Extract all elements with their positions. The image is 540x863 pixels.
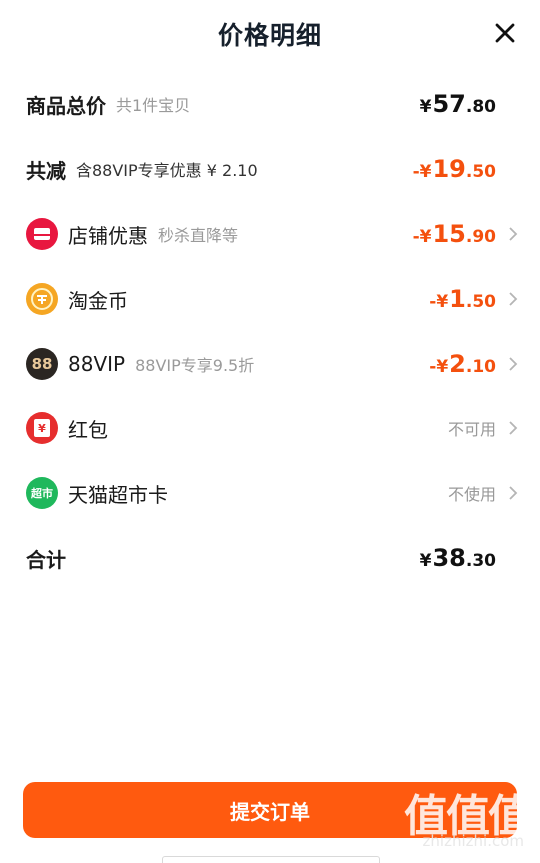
store-discount-amount: -¥ 15.90 [412, 220, 496, 248]
vip-discount-note: 含88VIP专享优惠 ¥ 2.10 [76, 161, 258, 180]
total-amount: ¥38.30 [419, 544, 496, 572]
chevron-right-icon [502, 226, 518, 242]
taojinbi-row[interactable]: 淘金币 -¥ 1.50 [26, 279, 518, 319]
store-discount-label: 店铺优惠 [68, 223, 148, 248]
88vip-label: 88VIP [68, 352, 126, 376]
close-button[interactable] [490, 18, 520, 48]
reduction-amount: -¥ 19.50 [412, 155, 496, 183]
chevron-right-icon [502, 291, 518, 307]
88vip-icon: 88 [26, 348, 58, 380]
item-count: 共1件宝贝 [116, 96, 191, 115]
88vip-amount: -¥ 2.10 [429, 350, 496, 378]
submit-order-button[interactable]: 提交订单 [23, 782, 517, 838]
tmall-card-label: 天猫超市卡 [68, 482, 168, 507]
page-title: 价格明细 [217, 21, 322, 50]
chevron-right-icon [502, 420, 518, 436]
tmall-supermarket-card-icon: 超市 [26, 477, 58, 509]
reduction-row: 共减 含88VIP专享优惠 ¥ 2.10 -¥ 19.50 [26, 149, 518, 189]
reduction-label: 共减 [26, 158, 66, 183]
subtotal-row: 商品总价 共1件宝贝 ¥57.80 [26, 84, 518, 124]
taojinbi-coin-icon [26, 283, 58, 315]
store-icon [26, 218, 58, 250]
subtotal-label: 商品总价 [26, 93, 106, 118]
close-icon [495, 23, 515, 43]
red-packet-status: 不可用 [447, 420, 496, 439]
88vip-row[interactable]: 88 88VIP 88VIP专享9.5折 -¥ 2.10 [26, 344, 518, 384]
chevron-right-icon [502, 356, 518, 372]
red-packet-icon: ¥ [26, 412, 58, 444]
taojinbi-amount: -¥ 1.50 [429, 285, 496, 313]
tmall-card-row[interactable]: 超市 天猫超市卡 不使用 [26, 473, 518, 513]
tmall-card-status: 不使用 [447, 485, 496, 504]
total-label: 合计 [26, 547, 66, 572]
chevron-right-icon [502, 485, 518, 501]
88vip-note: 88VIP专享9.5折 [135, 356, 255, 375]
red-packet-label: 红包 [68, 417, 108, 442]
store-discount-note: 秒杀直降等 [158, 226, 239, 245]
taojinbi-label: 淘金币 [68, 288, 128, 313]
subtotal-amount: ¥57.80 [419, 90, 496, 118]
total-row: 合计 ¥38.30 [26, 538, 518, 578]
store-discount-row[interactable]: 店铺优惠 秒杀直降等 -¥ 15.90 [26, 214, 518, 254]
red-packet-row[interactable]: ¥ 红包 不可用 [26, 408, 518, 448]
